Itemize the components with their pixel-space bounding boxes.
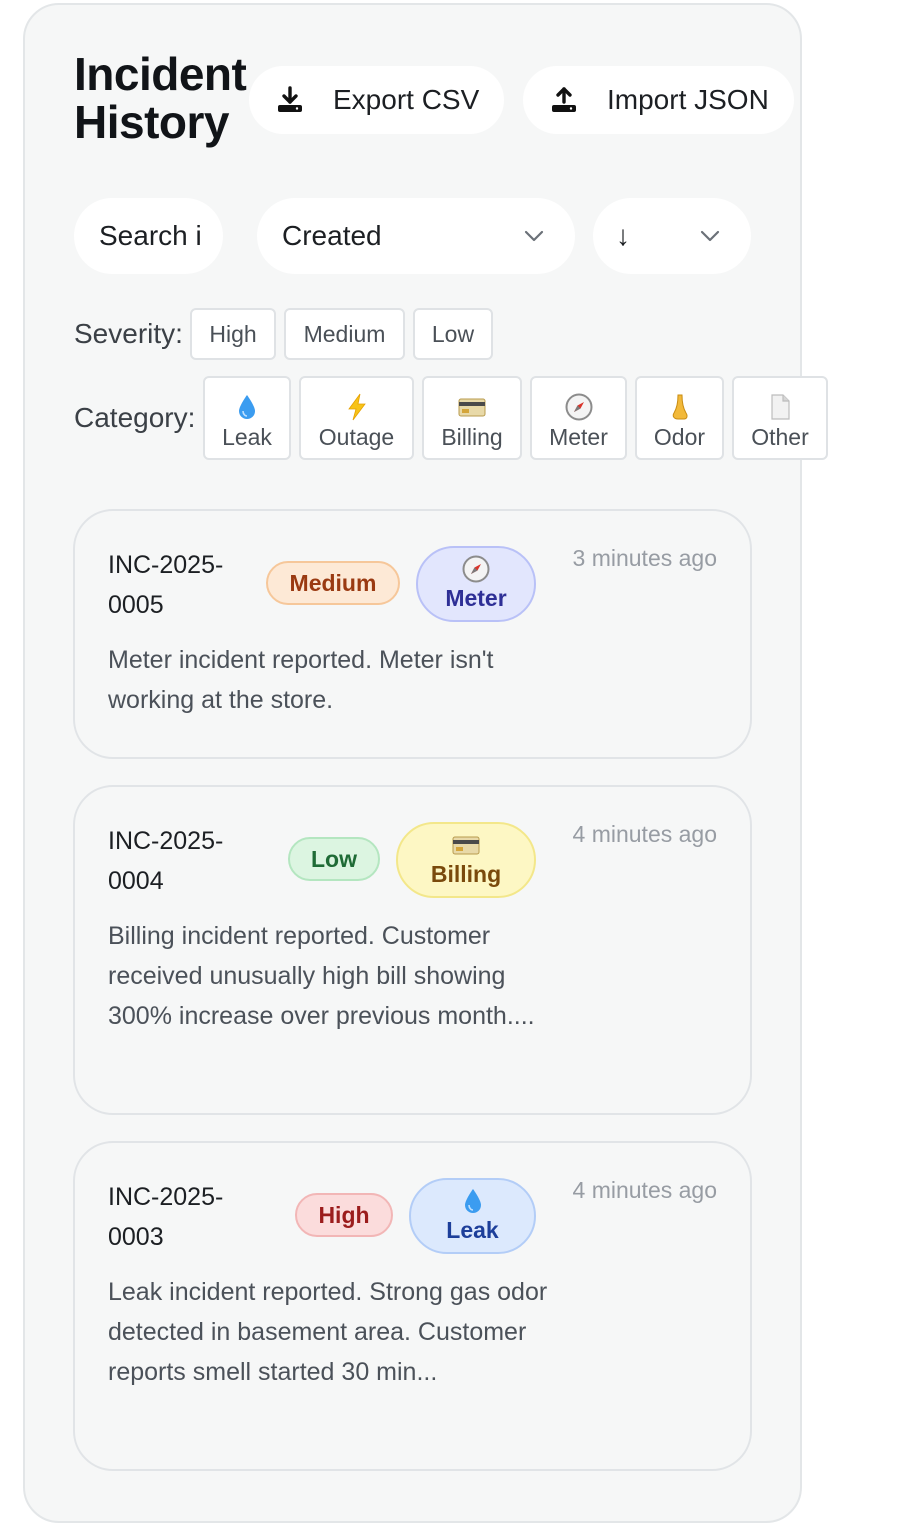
incident-description: Billing incident reported. Customer rece… (108, 922, 535, 1030)
incident-description: Leak incident reported. Strong gas odor … (108, 1278, 548, 1386)
credit-card-icon (452, 836, 480, 855)
droplet-icon (464, 1189, 481, 1213)
category-chip-odor[interactable]: Odor (635, 376, 724, 460)
chip-label: Leak (222, 424, 272, 450)
category-badge-leak: Leak (409, 1178, 536, 1254)
incident-card[interactable]: INC-2025-0005 Medium Meter 3 minutes ago… (73, 509, 752, 759)
incident-time: 4 minutes ago (572, 821, 717, 847)
sort-direction-select[interactable]: ↓ (593, 198, 751, 274)
severity-badge-low: Low (288, 837, 380, 881)
category-chip-other[interactable]: Other (732, 376, 828, 460)
credit-card-icon (458, 398, 486, 417)
export-csv-button[interactable]: Export CSV (249, 66, 504, 134)
category-badge-label: Leak (446, 1217, 499, 1243)
incident-time: 4 minutes ago (572, 1177, 717, 1203)
chip-label: Odor (653, 424, 706, 450)
search-field[interactable] (74, 198, 223, 274)
incident-id: INC-2025-0003 (108, 1183, 224, 1251)
category-chip-outage[interactable]: Outage (299, 376, 414, 460)
chip-label: Other (751, 424, 809, 450)
incident-description: Meter incident reported. Meter isn't wor… (108, 646, 494, 714)
export-csv-label: Export CSV (333, 84, 480, 115)
incident-id: INC-2025-0005 (108, 551, 224, 619)
chip-label: Meter (549, 424, 608, 450)
chip-label: Outage (318, 424, 395, 450)
search-input[interactable] (99, 220, 219, 252)
sort-field-value: Created (282, 220, 382, 251)
incident-id: INC-2025-0004 (108, 827, 224, 895)
sort-direction-value: ↓ (616, 220, 630, 251)
chevron-down-icon (524, 230, 544, 242)
chevron-down-icon (700, 230, 720, 242)
category-badge-label: Meter (445, 585, 507, 611)
incident-card[interactable]: INC-2025-0003 High Leak 4 minutes ago Le… (73, 1141, 752, 1471)
chip-label: High (209, 320, 257, 347)
severity-badge-medium: Medium (266, 561, 400, 605)
sort-field-select[interactable]: Created (257, 198, 575, 274)
severity-filter-label: Severity: (74, 318, 183, 349)
severity-chip-medium[interactable]: Medium (284, 308, 405, 360)
chip-label: Medium (303, 320, 386, 347)
incident-card[interactable]: INC-2025-0004 Low Billing 4 minutes ago … (73, 785, 752, 1115)
severity-badge-high: High (295, 1193, 393, 1237)
category-chip-meter[interactable]: Meter (530, 376, 627, 460)
import-json-button[interactable]: Import JSON (523, 66, 794, 134)
severity-chip-high[interactable]: High (190, 308, 276, 360)
category-badge-billing: Billing (396, 822, 536, 898)
category-badge-meter: Meter (416, 546, 536, 622)
category-badge-label: Billing (430, 861, 502, 887)
category-filter-label: Category: (74, 402, 196, 433)
severity-chip-low[interactable]: Low (413, 308, 493, 360)
chip-label: Billing (441, 424, 503, 450)
droplet-icon (239, 395, 255, 419)
compass-icon (462, 555, 490, 583)
nose-icon (672, 394, 688, 420)
category-chip-billing[interactable]: Billing (422, 376, 522, 460)
download-icon (278, 86, 302, 112)
page-title: Incident History (74, 48, 247, 148)
import-json-label: Import JSON (607, 84, 769, 115)
lightning-icon (347, 393, 366, 421)
document-icon (771, 394, 790, 420)
upload-icon (552, 87, 576, 112)
incident-time: 3 minutes ago (572, 545, 717, 571)
category-chip-leak[interactable]: Leak (203, 376, 291, 460)
chip-label: Low (431, 320, 475, 347)
compass-icon (565, 393, 592, 421)
